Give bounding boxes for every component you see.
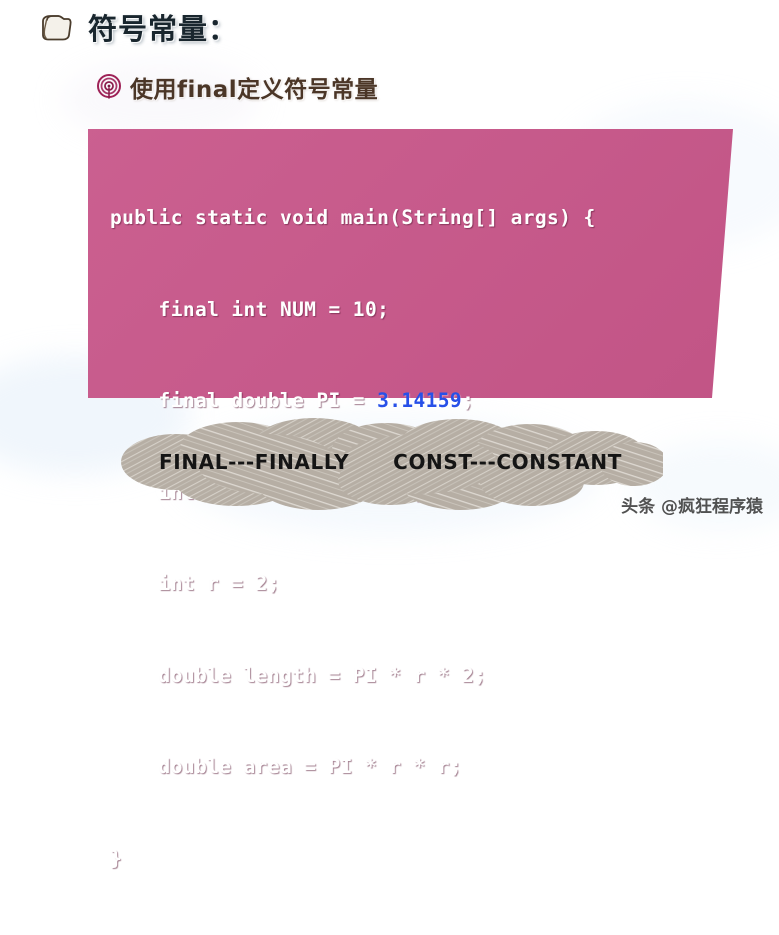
cloud-note-text: FINAL---FINALLY CONST---CONSTANT <box>118 412 663 512</box>
code-line: public static void main(String[] args) { <box>110 206 596 229</box>
cloud-note-item: CONST---CONSTANT <box>393 450 622 474</box>
folder-icon <box>42 15 72 41</box>
code-line: } <box>110 846 123 870</box>
code-block-background <box>88 129 733 398</box>
code-line: double area = PI * r * r; <box>110 755 463 778</box>
page-title: 符号常量： <box>88 12 239 46</box>
code-line-prefix: final double PI = <box>110 389 378 412</box>
section-subtitle: 使用final定义符号常量 <box>130 77 379 103</box>
slide-subtitle-row: 使用final定义符号常量 <box>96 70 378 104</box>
code-line-suffix: ; <box>462 389 475 412</box>
background-wash <box>560 100 779 250</box>
code-block-text: public static void main(String[] args) {… <box>110 142 730 935</box>
code-number-literal: 3.14159 <box>377 389 463 412</box>
target-bullet-icon <box>97 74 121 99</box>
cloud-note-item: FINAL---FINALLY <box>159 450 350 474</box>
code-line: final int NUM = 10; <box>110 297 390 321</box>
slide-title-row: 符号常量： <box>36 6 238 48</box>
cloud-callout: FINAL---FINALLY CONST---CONSTANT <box>118 412 663 512</box>
watermark: 头条 @疯狂程序猿 <box>621 497 763 517</box>
code-line: double length = PI * r * 2; <box>110 663 487 687</box>
code-line: int r = 2; <box>110 572 280 595</box>
